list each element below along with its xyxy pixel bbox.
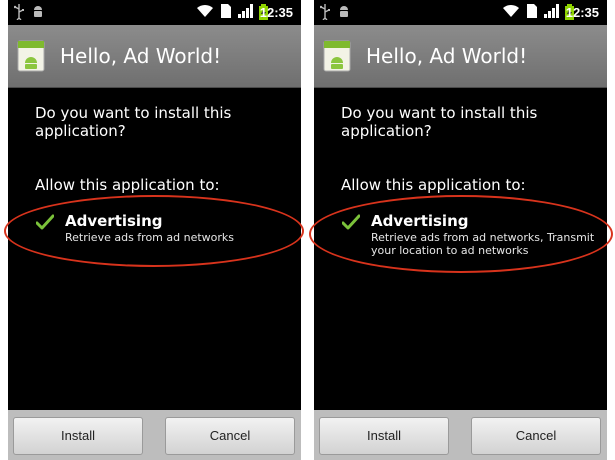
status-bar: 12:35	[8, 0, 301, 25]
status-time: 12:35	[259, 5, 293, 20]
install-question: Do you want to install this application?	[341, 104, 538, 140]
install-question: Do you want to install this application?	[35, 104, 232, 140]
app-icon	[323, 40, 351, 72]
cancel-button[interactable]: Cancel	[165, 417, 295, 455]
android-debug-icon	[340, 6, 348, 17]
usb-icon	[320, 4, 330, 20]
app-icon	[17, 40, 45, 72]
title-bar: Hello, Ad World!	[314, 25, 607, 88]
button-bar: Install Cancel	[8, 410, 301, 460]
status-bar: 12:35	[314, 0, 607, 25]
android-debug-icon	[34, 6, 42, 17]
signal-icon	[238, 4, 253, 18]
wifi-icon	[503, 4, 519, 17]
signal-icon	[544, 4, 559, 18]
dialog-title: Hello, Ad World!	[60, 44, 222, 68]
cancel-button[interactable]: Cancel	[471, 417, 601, 455]
usb-icon	[14, 4, 24, 20]
install-button[interactable]: Install	[319, 417, 449, 455]
annotation-ellipse-left	[4, 195, 304, 267]
dialog-title: Hello, Ad World!	[366, 44, 528, 68]
allow-heading: Allow this application to:	[35, 176, 220, 194]
title-bar: Hello, Ad World!	[8, 25, 301, 88]
sim-icon	[527, 4, 537, 18]
sim-icon	[221, 4, 231, 18]
status-time: 12:35	[565, 5, 599, 20]
install-button[interactable]: Install	[13, 417, 143, 455]
allow-heading: Allow this application to:	[341, 176, 526, 194]
annotation-ellipse-right	[309, 195, 613, 273]
button-bar: Install Cancel	[314, 410, 607, 460]
wifi-icon	[197, 4, 213, 17]
